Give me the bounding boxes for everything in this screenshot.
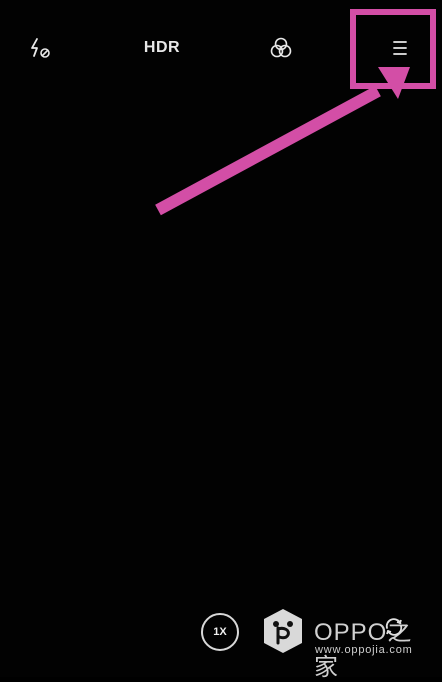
camera-viewfinder: HDR 1X OPPO之家 www.oppojia.com (0, 0, 442, 681)
watermark-brand-text: OPPO (314, 619, 388, 646)
zoom-button[interactable]: 1X (201, 613, 239, 651)
flash-off-icon[interactable] (20, 28, 60, 68)
hdr-label: HDR (143, 39, 181, 56)
camera-switch-icon[interactable] (382, 615, 406, 639)
oppo-logo-icon (264, 609, 302, 653)
hdr-button[interactable]: HDR (136, 28, 188, 68)
menu-highlight-box (350, 9, 436, 89)
annotation-arrow (155, 67, 410, 216)
filter-icon[interactable] (262, 28, 300, 68)
watermark: OPPO之家 www.oppojia.com (262, 608, 434, 681)
watermark-url: www.oppojia.com (315, 644, 413, 656)
zoom-label: 1X (213, 626, 227, 638)
